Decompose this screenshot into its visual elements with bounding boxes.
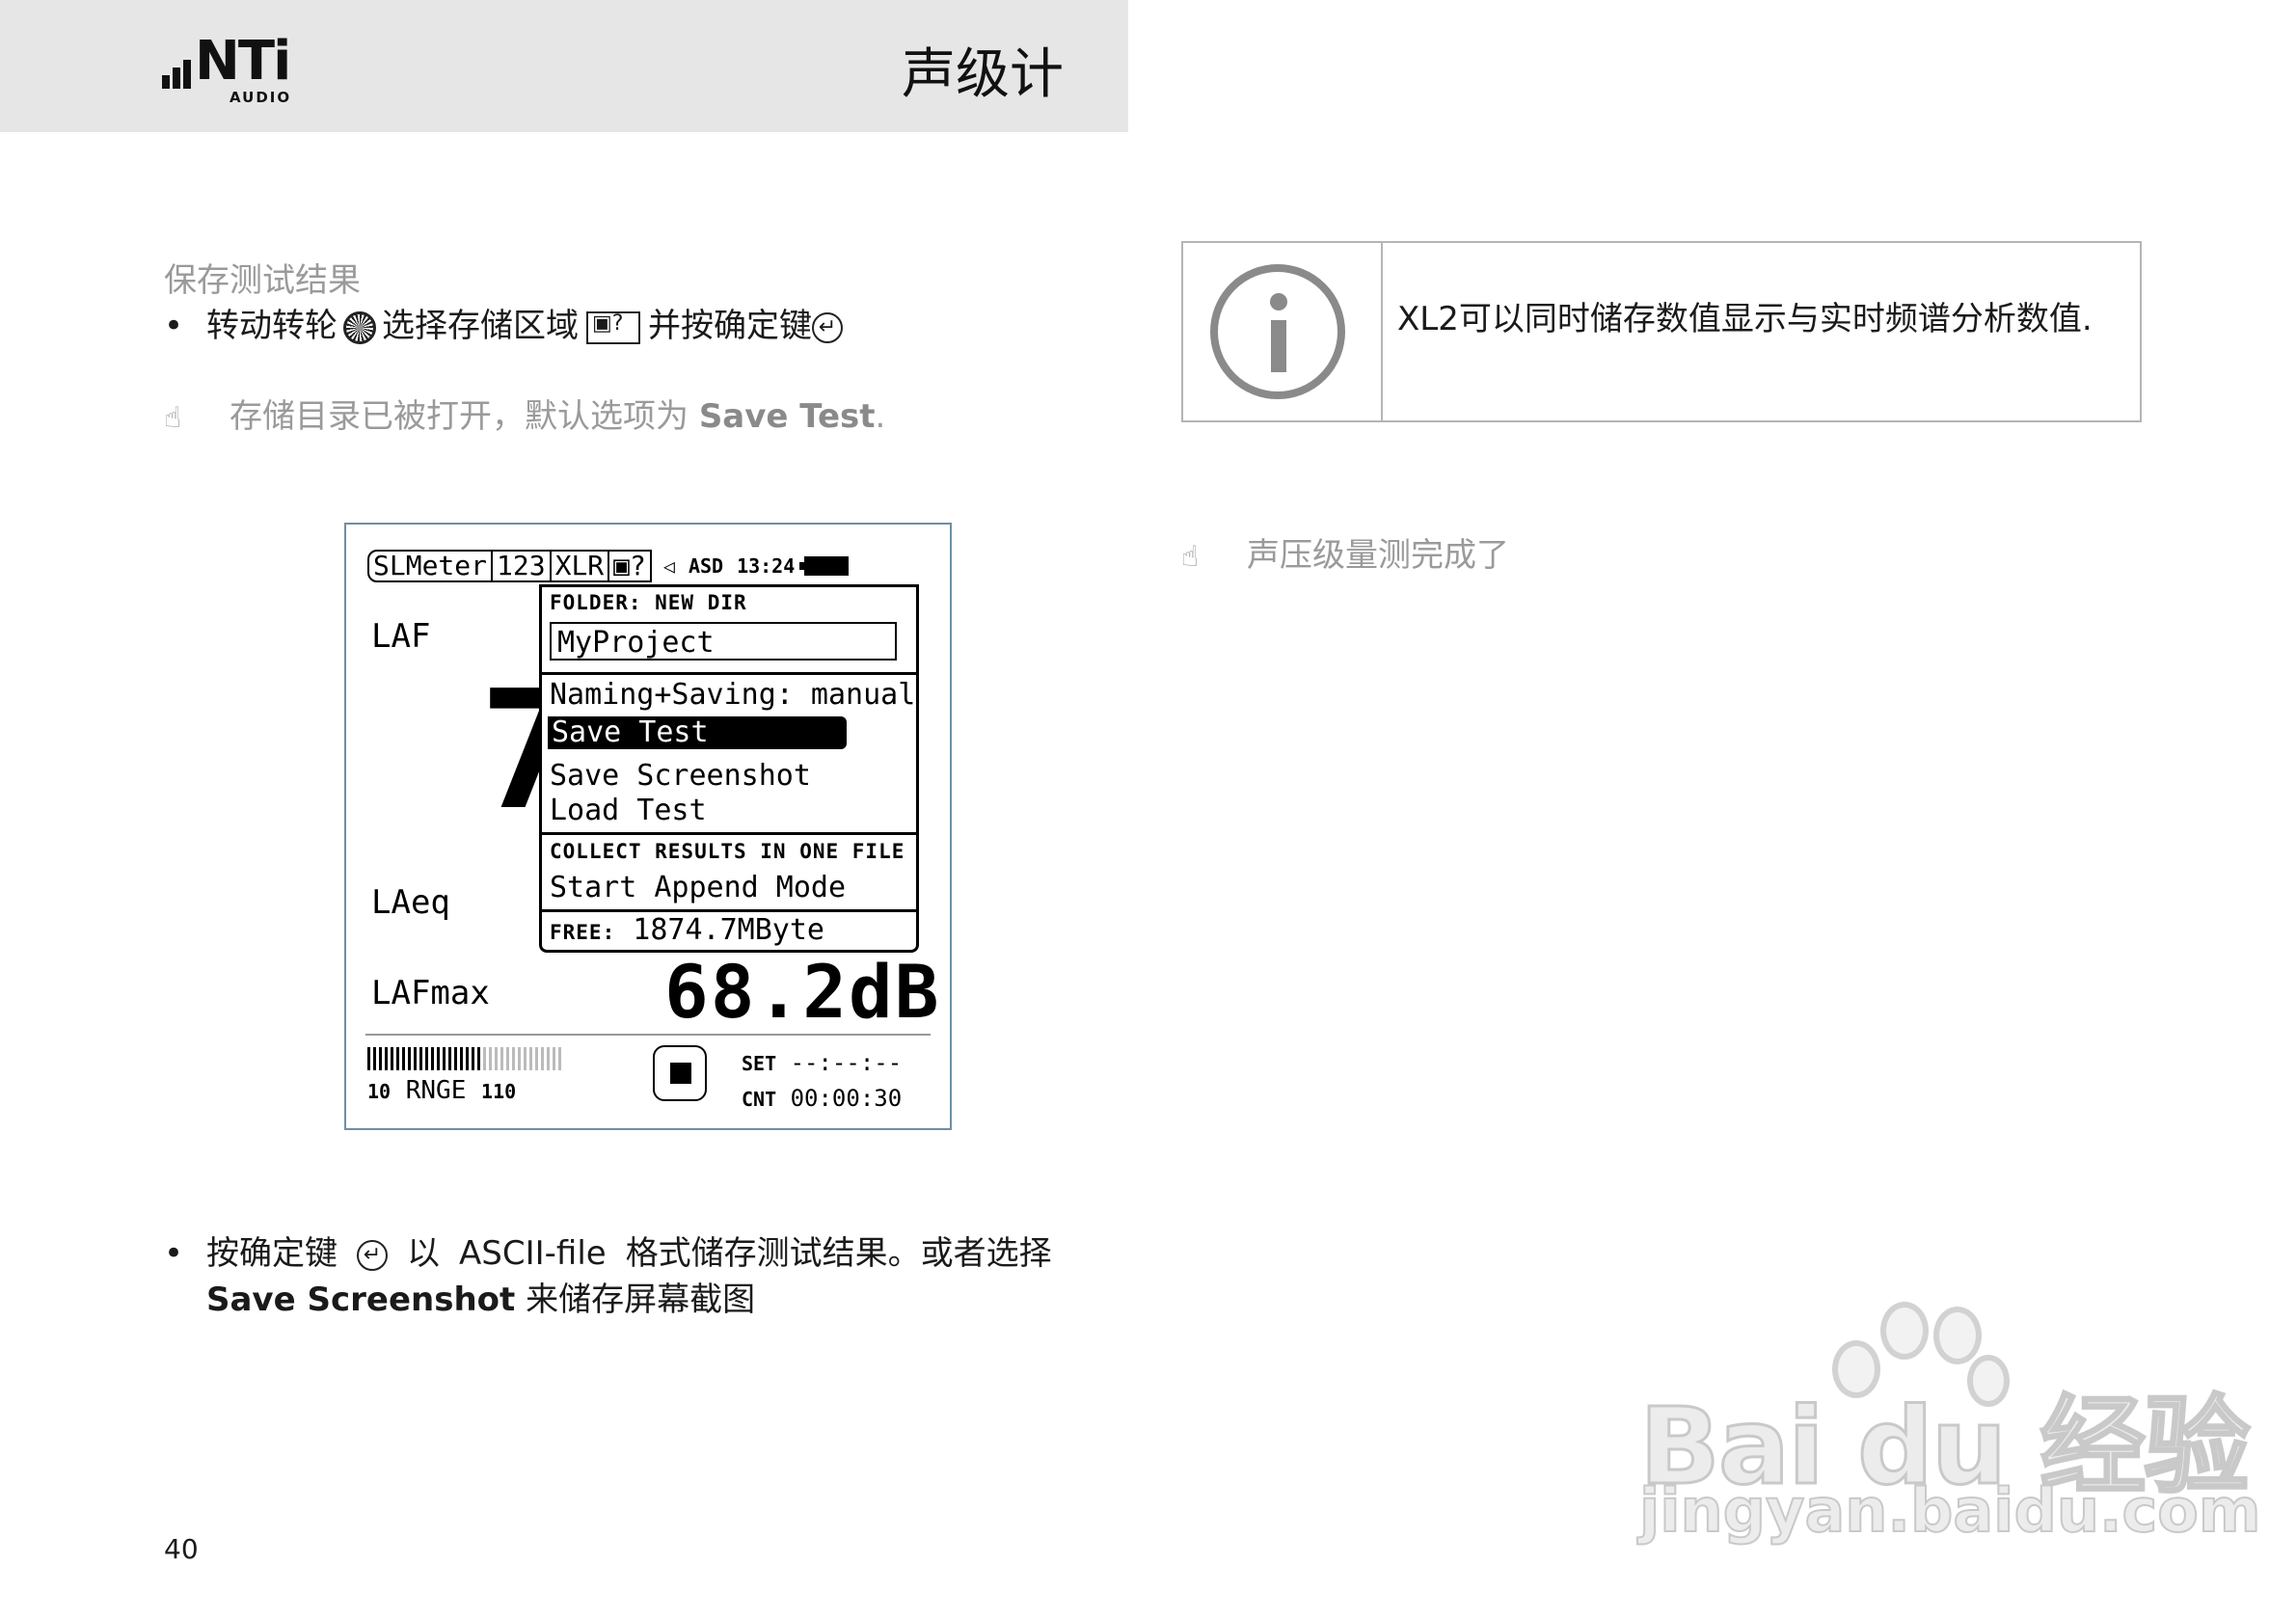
bullet-dot: •: [164, 307, 184, 345]
menu-save-test[interactable]: Save Test: [548, 716, 847, 749]
logo-subtext: AUDIO: [230, 89, 292, 106]
logo-text: NTi: [195, 30, 291, 93]
info-text: XL2可以同时储存数值显示与实时频谱分析数值.: [1397, 300, 2093, 338]
menu-collect-results: COLLECT RESULTS IN ONE FILE: [550, 840, 905, 863]
thumbs-up-icon: ☝: [164, 401, 182, 435]
bullet2-text-2: 以: [407, 1234, 440, 1273]
baidu-watermark: Bai du 经验 jingyan.baidu.com: [1637, 1282, 2261, 1552]
set-label: SET: [742, 1052, 777, 1075]
note-2: ☝ 声压级量测完成了: [1181, 528, 1509, 576]
section-title: 保存测试结果: [164, 261, 361, 300]
note-1: ☝ 存储目录已被打开，默认选项为 Save Test.: [164, 390, 885, 437]
timer-display: SET --:--:-- CNT 00:00:30: [742, 1045, 902, 1117]
menu-start-append[interactable]: Start Append Mode: [550, 871, 846, 904]
speaker-icon: ◁: [662, 554, 675, 578]
device-tab-save: ▣?: [608, 550, 652, 582]
range-labels: 10 RNGE 110: [367, 1076, 516, 1105]
stop-button[interactable]: [653, 1045, 707, 1101]
bullet1-text-1: 转动转轮: [206, 307, 338, 345]
bullet1-text-2: 选择存储区域: [382, 307, 579, 345]
free-label: FREE:: [550, 921, 616, 944]
enter-key-icon: ↵: [357, 1239, 388, 1271]
status-time: 13:24: [737, 554, 796, 578]
bullet2-text-5: 来储存屏幕截图: [526, 1281, 756, 1319]
status-asd: ASD: [688, 554, 724, 578]
bullet1-text-3: 并按确定键: [648, 307, 812, 345]
info-box: XL2可以同时储存数值显示与实时频谱分析数值.: [1181, 241, 2142, 422]
enter-key-icon: ↵: [812, 311, 843, 343]
divider-line: [365, 1034, 931, 1036]
device-screenshot: SLMeter 123 XLR ▣? ◁ ASD 13:24 LAF 7 LAe…: [344, 523, 952, 1130]
page-header: NTi AUDIO 声级计: [0, 0, 1128, 132]
label-laf: LAF: [371, 617, 431, 656]
note1-text: 存储目录已被打开，默认选项为: [230, 397, 689, 436]
page-title: 声级计: [902, 43, 1064, 106]
menu-divider: [542, 909, 916, 912]
device-tab-xlr: XLR: [549, 550, 610, 582]
note1-end: .: [875, 397, 886, 436]
instruction-bullet-1: • 转动转轮 选择存储区域 ▣? 并按确定键 ↵: [164, 299, 843, 346]
menu-folder: FOLDER: NEW DIR: [550, 591, 747, 614]
lafmax-value: 68.2dB: [664, 949, 941, 1035]
menu-divider: [542, 832, 916, 835]
save-menu-popup: FOLDER: NEW DIR MyProject Naming+Saving:…: [539, 584, 919, 953]
save-icon: ▣: [613, 550, 631, 581]
menu-free-space: FREE: 1874.7MByte: [550, 913, 824, 947]
device-tab-123: 123: [491, 550, 552, 582]
device-tab-bar: SLMeter 123 XLR ▣? ◁ ASD 13:24: [367, 550, 850, 582]
info-box-divider: [1381, 243, 1383, 422]
menu-naming-saving[interactable]: Naming+Saving: manual: [550, 678, 915, 712]
set-value: --:--:--: [790, 1049, 903, 1076]
bullet2-text-4: 格式储存测试结果。或者选择: [625, 1234, 1052, 1273]
range-low: 10: [367, 1080, 392, 1103]
label-lafmax: LAFmax: [371, 974, 490, 1012]
logo-bars-icon: [162, 60, 191, 89]
range-label: RNGE: [405, 1076, 467, 1105]
page-number: 40: [164, 1533, 199, 1565]
cnt-value: 00:00:30: [790, 1085, 903, 1112]
device-tab-help: ?: [630, 550, 646, 581]
free-value: 1874.7MByte: [633, 913, 824, 947]
rotary-wheel-icon: [343, 310, 376, 344]
menu-load-test[interactable]: Load Test: [550, 794, 707, 827]
nti-audio-logo: NTi AUDIO: [162, 30, 291, 106]
device-tab-slmeter: SLMeter: [367, 550, 494, 582]
battery-icon: [799, 556, 850, 576]
cnt-label: CNT: [742, 1088, 777, 1111]
menu-divider: [542, 672, 916, 675]
label-laeq: LAeq: [371, 883, 450, 922]
range-high: 110: [481, 1080, 517, 1103]
watermark-url: jingyan.baidu.com: [1638, 1474, 2261, 1547]
bullet2-bold: Save Screenshot: [206, 1281, 516, 1319]
range-meter-bar: [367, 1047, 561, 1070]
info-icon: [1210, 264, 1345, 399]
save-area-icon: ▣?: [586, 310, 640, 344]
thumbs-up-icon: ☝: [1181, 540, 1200, 574]
note1-bold: Save Test: [698, 397, 876, 436]
instruction-bullet-2: • 按确定键 ↵ 以 ASCII-file 格式储存测试结果。或者选择 Save Scre…: [164, 1230, 1138, 1323]
bullet2-text-1: 按确定键: [206, 1234, 338, 1273]
bullet2-text-3: ASCII-file: [459, 1234, 607, 1273]
menu-project-field[interactable]: MyProject: [550, 622, 897, 661]
bullet-dot: •: [164, 1234, 184, 1273]
menu-save-screenshot[interactable]: Save Screenshot: [550, 759, 811, 793]
note2-text: 声压级量测完成了: [1247, 536, 1509, 575]
